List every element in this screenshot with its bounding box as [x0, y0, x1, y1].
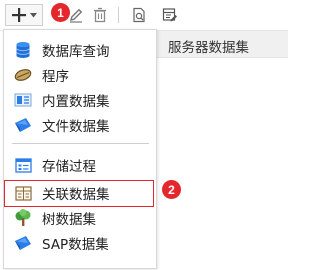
stored-procedure-icon: [14, 156, 32, 174]
trash-icon: [94, 7, 106, 23]
menu-item-label: 树数据集: [42, 212, 96, 228]
step-badge-2: 2: [162, 180, 181, 199]
sap-dataset-icon: [14, 234, 32, 252]
menu-item-database-query[interactable]: 数据库查询: [7, 38, 153, 62]
preview-icon: [133, 7, 145, 23]
builtin-dataset-icon: [14, 91, 32, 109]
menu-item-sap-dataset[interactable]: SAP数据集: [7, 231, 153, 255]
toolbar-separator: [118, 7, 119, 23]
tree-dataset-icon: [14, 209, 32, 227]
highlight-relation-dataset: [4, 180, 154, 207]
menu-item-label: 内置数据集: [42, 94, 110, 110]
dataset-panel: 服务器数据集: [157, 31, 288, 270]
menu-item-label: 存储过程: [42, 159, 96, 175]
menu-item-label: SAP数据集: [42, 237, 109, 253]
add-dataset-menu: 数据库查询 程序 内置数据集 文件数据集 存储过程 关联数据集 树数据集 SAP…: [3, 29, 157, 269]
add-dropdown-button[interactable]: [5, 4, 43, 26]
preview-button[interactable]: [127, 4, 151, 26]
menu-item-label: 程序: [42, 69, 69, 85]
menu-item-builtin-dataset[interactable]: 内置数据集: [7, 88, 153, 112]
dataset-panel-header: 服务器数据集: [157, 31, 288, 58]
edit-dataset-icon: [162, 8, 177, 22]
file-dataset-icon: [14, 116, 32, 134]
menu-item-label: 数据库查询: [42, 44, 110, 60]
caret-down-icon: [30, 12, 37, 17]
menu-item-file-dataset[interactable]: 文件数据集: [7, 113, 153, 137]
menu-item-tree-dataset[interactable]: 树数据集: [7, 206, 153, 230]
database-icon: [14, 41, 32, 59]
edit-button[interactable]: [64, 4, 88, 26]
pencil-icon: [70, 8, 83, 23]
menu-separator: [12, 143, 149, 144]
delete-button[interactable]: [88, 4, 112, 26]
menu-item-stored-procedure[interactable]: 存储过程: [7, 153, 153, 177]
program-icon: [14, 66, 32, 84]
menu-item-label: 文件数据集: [42, 119, 110, 135]
plus-icon: [12, 8, 26, 22]
menu-item-program[interactable]: 程序: [7, 63, 153, 87]
toolbar: 1: [0, 0, 288, 30]
server-dataset-label[interactable]: 服务器数据集: [168, 36, 249, 56]
edit-dataset-button[interactable]: [158, 4, 182, 26]
